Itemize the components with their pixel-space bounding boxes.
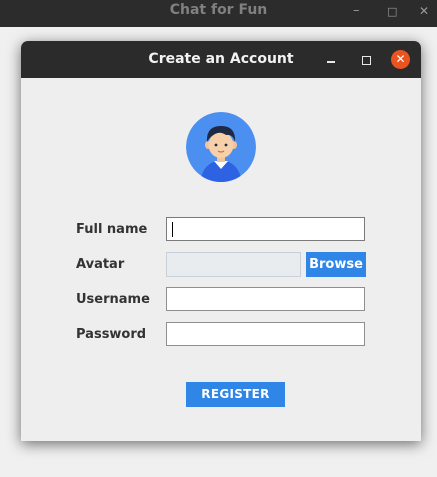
minimize-icon[interactable] [327, 61, 335, 63]
browse-button[interactable]: Browse [306, 252, 366, 277]
dialog-title: Create an Account [148, 51, 294, 67]
text-caret [172, 222, 173, 237]
dialog-titlebar[interactable]: Create an Account ✕ [21, 41, 421, 78]
full-name-field[interactable] [166, 217, 365, 241]
full-name-label: Full name [76, 222, 148, 237]
parent-close-icon[interactable]: ✕ [419, 0, 429, 27]
avatar-label: Avatar [76, 257, 125, 272]
parent-minimize-icon[interactable]: – [353, 0, 360, 27]
username-label: Username [76, 292, 150, 307]
username-field[interactable] [166, 287, 365, 311]
parent-window-titlebar: Chat for Fun – □ ✕ [0, 0, 437, 27]
avatar-path-field [166, 252, 301, 277]
user-avatar-icon [186, 112, 256, 182]
create-account-dialog: Create an Account ✕ Full name Avatar Bro… [21, 41, 421, 441]
maximize-icon[interactable] [362, 56, 371, 65]
parent-maximize-icon[interactable]: □ [387, 1, 397, 28]
register-button[interactable]: REGISTER [186, 382, 285, 407]
close-icon[interactable]: ✕ [391, 50, 410, 69]
parent-window-title: Chat for Fun [169, 2, 268, 18]
password-field[interactable] [166, 322, 365, 346]
password-label: Password [76, 327, 147, 342]
